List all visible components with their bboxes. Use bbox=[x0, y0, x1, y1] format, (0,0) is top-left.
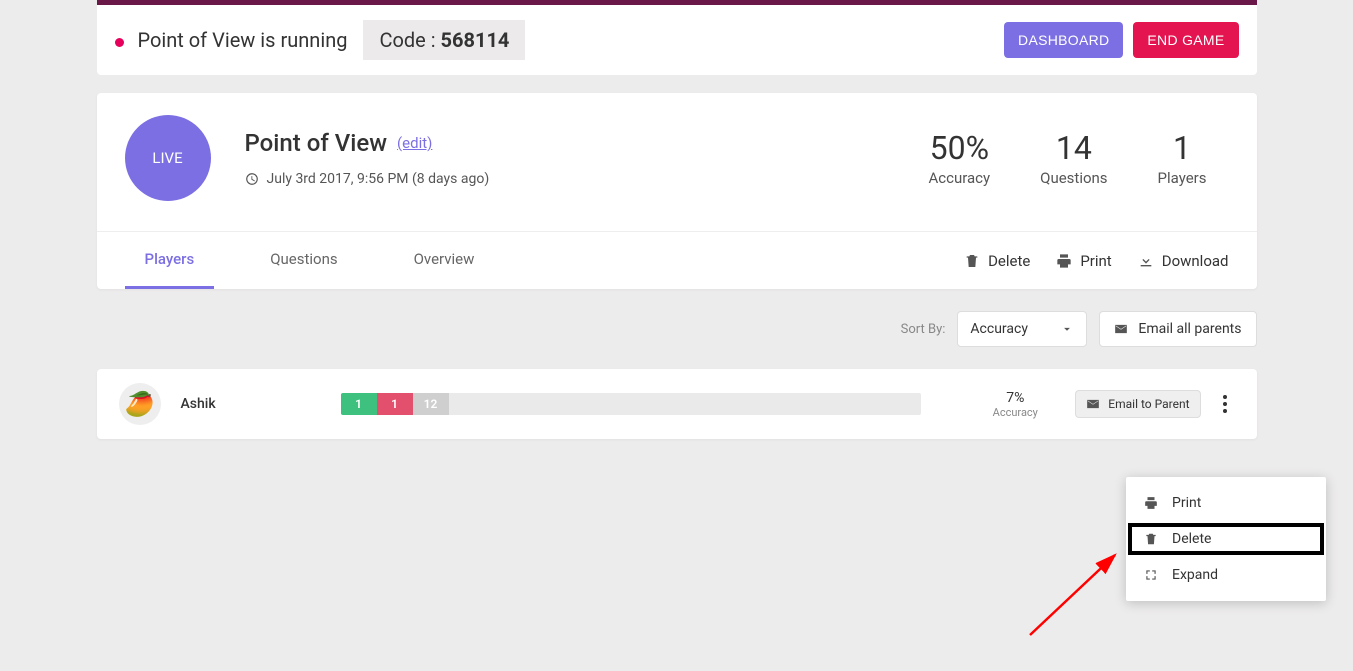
player-row-menu-button[interactable] bbox=[1215, 389, 1235, 419]
dropdown-delete[interactable]: Delete bbox=[1126, 521, 1326, 557]
email-all-label: Email all parents bbox=[1138, 321, 1241, 337]
running-status: Point of View is running bbox=[115, 28, 348, 52]
dropdown-expand[interactable]: Expand bbox=[1126, 557, 1326, 593]
code-label: Code : bbox=[379, 28, 440, 52]
stat-questions-label: Questions bbox=[1040, 169, 1107, 187]
end-game-button[interactable]: END GAME bbox=[1133, 22, 1238, 58]
code-value: 568114 bbox=[441, 28, 510, 52]
progress-wrong: 1 bbox=[377, 393, 413, 415]
printer-icon bbox=[1144, 496, 1158, 510]
player-name: Ashik bbox=[181, 396, 341, 412]
progress-bar: 1 1 12 bbox=[341, 393, 966, 415]
stat-questions: 14 Questions bbox=[1040, 129, 1107, 187]
progress-correct: 1 bbox=[341, 393, 377, 415]
stat-players-value: 1 bbox=[1158, 129, 1207, 167]
dashboard-button[interactable]: DASHBOARD bbox=[1004, 22, 1123, 58]
stat-questions-value: 14 bbox=[1040, 129, 1107, 167]
expand-icon bbox=[1144, 568, 1158, 582]
player-accuracy-label: Accuracy bbox=[965, 406, 1065, 419]
download-icon bbox=[1138, 253, 1154, 269]
row-menu-dropdown: Print Delete Expand bbox=[1126, 477, 1326, 601]
email-all-parents-button[interactable]: Email all parents bbox=[1099, 311, 1256, 347]
dropdown-expand-label: Expand bbox=[1172, 567, 1218, 583]
stat-accuracy-value: 50% bbox=[928, 129, 990, 167]
game-summary-card: LIVE Point of View (edit) July 3rd 2017,… bbox=[97, 93, 1257, 289]
tab-questions[interactable]: Questions bbox=[250, 232, 357, 289]
caret-down-icon bbox=[1060, 322, 1074, 336]
dropdown-delete-label: Delete bbox=[1172, 531, 1211, 547]
top-bar: Point of View is running Code : 568114 D… bbox=[97, 0, 1257, 75]
dropdown-print-label: Print bbox=[1172, 495, 1201, 511]
timestamp-text: July 3rd 2017, 9:56 PM (8 days ago) bbox=[267, 171, 490, 187]
print-action-label: Print bbox=[1080, 252, 1111, 270]
annotation-arrow bbox=[1020, 535, 1140, 655]
stat-accuracy-label: Accuracy bbox=[928, 169, 990, 187]
edit-link[interactable]: (edit) bbox=[397, 134, 432, 152]
trash-icon bbox=[964, 253, 980, 269]
stat-players: 1 Players bbox=[1158, 129, 1207, 187]
envelope-icon bbox=[1114, 322, 1128, 336]
email-to-parent-button[interactable]: Email to Parent bbox=[1075, 390, 1200, 418]
email-to-parent-label: Email to Parent bbox=[1108, 397, 1189, 411]
stat-accuracy: 50% Accuracy bbox=[928, 129, 990, 187]
running-text: Point of View is running bbox=[137, 28, 347, 52]
print-action[interactable]: Print bbox=[1056, 252, 1111, 270]
dropdown-print[interactable]: Print bbox=[1126, 485, 1326, 521]
stat-players-label: Players bbox=[1158, 169, 1207, 187]
envelope-icon bbox=[1086, 397, 1100, 411]
download-action-label: Download bbox=[1162, 252, 1229, 270]
tab-overview[interactable]: Overview bbox=[394, 232, 495, 289]
download-action[interactable]: Download bbox=[1138, 252, 1229, 270]
player-accuracy-value: 7% bbox=[965, 390, 1065, 406]
progress-unattempted: 12 bbox=[413, 393, 449, 415]
clock-icon bbox=[245, 172, 259, 186]
tab-players[interactable]: Players bbox=[125, 232, 215, 289]
game-title: Point of View bbox=[245, 129, 388, 157]
delete-action[interactable]: Delete bbox=[964, 252, 1030, 270]
sort-by-label: Sort By: bbox=[901, 322, 946, 337]
filter-row: Sort By: Accuracy Email all parents bbox=[97, 311, 1257, 347]
avatar: 🥭 bbox=[119, 383, 161, 425]
live-badge: LIVE bbox=[125, 115, 211, 201]
sort-select[interactable]: Accuracy bbox=[957, 311, 1087, 347]
player-accuracy: 7% Accuracy bbox=[965, 390, 1065, 419]
trash-icon bbox=[1144, 532, 1158, 546]
delete-action-label: Delete bbox=[988, 252, 1030, 270]
sort-selected-value: Accuracy bbox=[970, 321, 1028, 337]
game-code-box: Code : 568114 bbox=[363, 20, 525, 60]
player-row: 🥭 Ashik 1 1 12 7% Accuracy Email to Pare… bbox=[97, 369, 1257, 439]
live-dot-icon bbox=[115, 38, 124, 47]
printer-icon bbox=[1056, 253, 1072, 269]
